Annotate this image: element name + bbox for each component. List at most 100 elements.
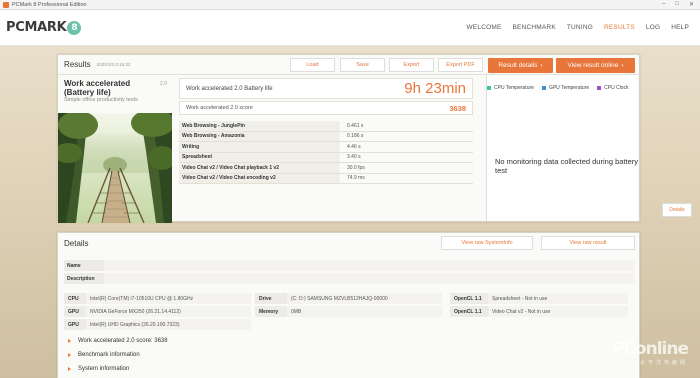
results-timestamp: 2020/1/3 0:15:32	[96, 62, 131, 67]
logo-text: PCMARK	[6, 20, 67, 35]
work-score: Work accelerated 2.0 score 3638	[179, 101, 473, 115]
test-value: 3.40 s	[347, 154, 361, 161]
system-key: GPU	[64, 306, 86, 317]
system-value: Spreadsheet - Not in use	[488, 293, 628, 304]
load-button[interactable]: Load	[290, 58, 335, 72]
battery-life-value: 9h 23min	[404, 80, 466, 97]
system-key: OpenCL 1.1	[450, 306, 488, 317]
export-button[interactable]: Export	[389, 58, 434, 72]
legend-cpu-temperature[interactable]: CPU Temperature	[487, 85, 534, 91]
system-key: GPU	[64, 319, 86, 330]
test-value: 30.0 fps	[347, 164, 365, 171]
monitoring-legend: CPU Temperature GPU Temperature CPU Cloc…	[487, 85, 638, 91]
section-label: Benchmark information	[78, 352, 140, 358]
system-key: Drive	[255, 293, 287, 304]
details-header: Details View raw SystemInfo View raw res…	[58, 233, 639, 253]
name-field-row: Name	[64, 260, 635, 271]
details-title: Details	[64, 238, 89, 248]
jungle-bridge-illustration	[58, 113, 172, 223]
watermark-subtext: 太平洋电脑网	[639, 360, 688, 366]
test-row: Web Browsing - JunglePin 0.461 s	[179, 121, 473, 132]
legend-label: CPU Temperature	[494, 85, 534, 91]
work-score-label: Work accelerated 2.0 score	[186, 105, 253, 111]
main-nav: WELCOME BENCHMARK TUNING RESULTS LOG HEL…	[467, 24, 700, 31]
legend-label: CPU Clock	[604, 85, 629, 91]
section-label: System information	[78, 366, 130, 372]
monitor-details-button[interactable]: Details	[662, 203, 692, 217]
benchmark-version: 2.0	[160, 81, 167, 87]
system-value: (C: D:) SAMSUNG MZVLB512HAJQ-00000	[287, 293, 442, 304]
view-result-online-button[interactable]: View result online ›	[556, 58, 635, 73]
section-label: Work accelerated 2.0 score: 3638	[78, 338, 168, 344]
system-value: Intel(R) Core(TM) i7-10510U CPU @ 1.80GH…	[86, 293, 251, 304]
battery-life-score: Work accelerated 2.0 Battery life 9h 23m…	[179, 78, 473, 99]
test-name: Web Browsing - JunglePin	[179, 121, 341, 131]
save-button[interactable]: Save	[340, 58, 385, 72]
legend-gpu-temperature[interactable]: GPU Temperature	[541, 85, 589, 91]
nav-benchmark[interactable]: BENCHMARK	[513, 24, 556, 31]
gpu-temperature-swatch	[541, 86, 546, 90]
expand-arrow-icon	[68, 353, 71, 357]
test-row: Writing 4.46 s	[179, 142, 473, 153]
nav-help[interactable]: HELP	[671, 24, 689, 31]
description-label: Description	[67, 275, 95, 282]
system-row-memory: Memory 0MB	[255, 306, 442, 317]
window-controls: – □ ✕	[662, 1, 700, 8]
test-row: Video Chat v2 / Video Chat encoding v2 74…	[179, 173, 473, 184]
system-value: Video Chat v2 - Not in use	[488, 306, 628, 317]
nav-welcome[interactable]: WELCOME	[467, 24, 502, 31]
window-title: PCMark 8 Professional Edition	[12, 1, 87, 8]
view-raw-sysinfo-button[interactable]: View raw SystemInfo	[441, 236, 533, 250]
benchmark-info: Work accelerated (Battery life) 2.0 Simp…	[58, 75, 172, 223]
nav-tuning[interactable]: TUNING	[567, 24, 593, 31]
details-panel: Details View raw SystemInfo View raw res…	[57, 232, 640, 378]
test-value: 74.9 ms	[347, 175, 365, 182]
view-raw-result-button[interactable]: View raw result	[541, 236, 635, 250]
nav-log[interactable]: LOG	[646, 24, 660, 31]
expand-system-information[interactable]: System information	[68, 366, 129, 372]
minimize-icon[interactable]: –	[662, 1, 665, 8]
expand-benchmark-information[interactable]: Benchmark information	[68, 352, 140, 358]
test-name: Video Chat v2 / Video Chat playback 1 v2	[179, 163, 341, 173]
view-result-online-label: View result online	[567, 62, 619, 69]
system-row-gpu-2: GPU Intel(R) UHD Graphics (26.20.100.7323…	[64, 319, 251, 330]
test-value: 0.461 s	[347, 122, 364, 129]
chevron-right-icon: ›	[540, 62, 543, 69]
close-icon[interactable]: ✕	[689, 1, 694, 8]
window-titlebar: PCMark 8 Professional Edition – □ ✕	[0, 0, 700, 10]
test-name: Web Browsing - Amazonia	[179, 131, 341, 141]
cpu-temperature-swatch	[487, 86, 491, 90]
nav-results[interactable]: RESULTS	[604, 24, 635, 31]
export-pdf-button[interactable]: Export PDF	[438, 58, 483, 72]
app-icon	[3, 1, 9, 8]
system-value: NVIDIA GeForce MX250 (26.21.14.4112)	[86, 306, 251, 317]
benchmark-name: Work accelerated (Battery life)	[64, 79, 131, 97]
test-row: Video Chat v2 / Video Chat playback 1 v2…	[179, 163, 473, 174]
result-details-button[interactable]: Result details ›	[488, 58, 553, 73]
expand-score-section[interactable]: Work accelerated 2.0 score: 3638	[68, 338, 168, 344]
no-monitoring-data-message: No monitoring data collected during batt…	[495, 157, 638, 175]
system-key: CPU	[64, 293, 86, 304]
maximize-icon[interactable]: □	[675, 1, 679, 8]
expand-arrow-icon	[68, 339, 71, 343]
test-name: Spreadsheet	[179, 152, 341, 162]
watermark-text: PConline	[611, 339, 689, 359]
system-key: Memory	[255, 306, 287, 317]
system-row-gpu-1: GPU NVIDIA GeForce MX250 (26.21.14.4112)	[64, 306, 251, 317]
test-value: 4.46 s	[347, 143, 361, 150]
chevron-right-icon: ›	[621, 62, 624, 69]
system-row-opencl-spreadsheet: OpenCL 1.1 Spreadsheet - Not in use	[450, 293, 628, 304]
app-header: PCMARK 8 WELCOME BENCHMARK TUNING RESULT…	[0, 10, 700, 46]
test-name: Video Chat v2 / Video Chat encoding v2	[179, 173, 341, 183]
benchmark-image-bridge	[58, 113, 172, 223]
name-value	[104, 260, 635, 271]
cpu-clock-swatch	[597, 86, 602, 90]
system-value: 0MB	[287, 306, 442, 317]
pcmark-logo: PCMARK 8	[6, 20, 82, 35]
benchmark-subtitle: Simple office productivity tests	[64, 97, 138, 103]
scores-panel: Work accelerated 2.0 Battery life 9h 23m…	[176, 75, 476, 223]
system-key: OpenCL 1.1	[450, 293, 488, 304]
results-title: Results	[64, 60, 91, 69]
result-details-label: Result details	[498, 62, 538, 69]
legend-cpu-clock[interactable]: CPU Clock	[597, 85, 629, 91]
